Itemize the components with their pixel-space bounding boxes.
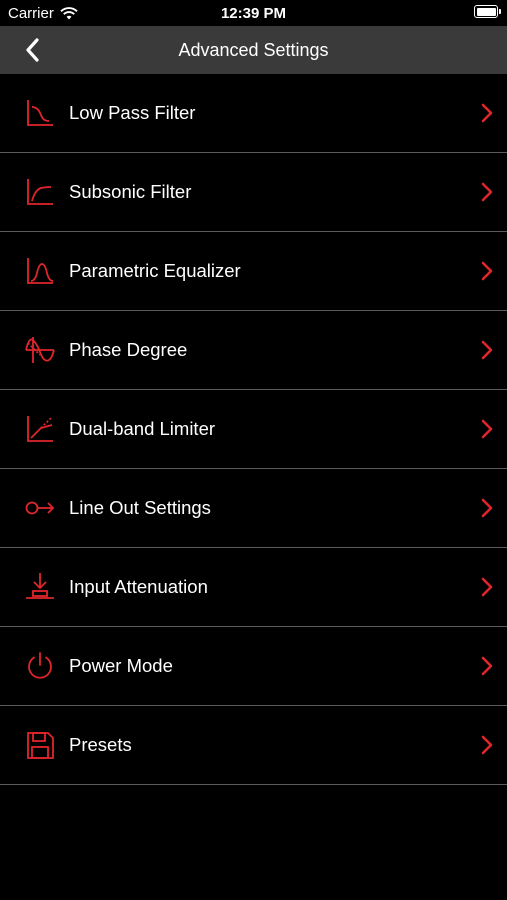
menu-item-label: Power Mode — [69, 655, 173, 676]
status-right — [474, 5, 501, 18]
menu-item-label: Low Pass Filter — [69, 102, 196, 123]
line-out-icon — [24, 492, 56, 524]
page-title: Advanced Settings — [178, 39, 329, 60]
parametric-equalizer-icon — [24, 255, 56, 287]
chevron-right-icon — [480, 497, 494, 519]
dual-band-limiter-icon — [24, 413, 56, 445]
input-attenuation-icon — [24, 571, 56, 603]
chevron-right-icon — [480, 655, 494, 677]
save-icon — [24, 729, 56, 761]
menu-item-dual-band-limiter[interactable]: Dual-band Limiter — [0, 390, 507, 469]
menu-item-input-attenuation[interactable]: Input Attenuation — [0, 548, 507, 627]
power-icon — [24, 650, 56, 682]
phase-degree-icon — [24, 334, 56, 366]
chevron-right-icon — [480, 418, 494, 440]
menu-item-label: Dual-band Limiter — [69, 418, 216, 439]
menu-item-label: Presets — [69, 734, 132, 755]
chevron-right-icon — [480, 576, 494, 598]
status-bar: Carrier 12:39 PM — [0, 0, 507, 26]
menu-item-subsonic-filter[interactable]: Subsonic Filter — [0, 153, 507, 232]
menu-item-label: Phase Degree — [69, 339, 188, 360]
status-time: 12:39 PM — [220, 5, 287, 22]
subsonic-filter-icon — [24, 176, 56, 208]
menu-item-low-pass-filter[interactable]: Low Pass Filter — [0, 74, 507, 153]
chevron-right-icon — [480, 339, 494, 361]
menu-item-label: Input Attenuation — [69, 576, 208, 597]
chevron-right-icon — [480, 260, 494, 282]
menu-item-label: Parametric Equalizer — [69, 260, 241, 281]
nav-bar: Advanced Settings — [0, 26, 507, 74]
menu-item-power-mode[interactable]: Power Mode — [0, 627, 507, 706]
menu-item-label: Line Out Settings — [69, 497, 211, 518]
menu-item-phase-degree[interactable]: Phase Degree — [0, 311, 507, 390]
back-button[interactable] — [22, 37, 46, 63]
menu-item-label: Subsonic Filter — [69, 181, 192, 202]
chevron-right-icon — [480, 181, 494, 203]
menu-item-presets[interactable]: Presets — [0, 706, 507, 785]
low-pass-filter-icon — [24, 97, 56, 129]
settings-list: Low Pass Filter Subsonic Filter Parametr… — [0, 74, 507, 785]
battery-icon — [474, 5, 501, 18]
menu-item-line-out-settings[interactable]: Line Out Settings — [0, 469, 507, 548]
chevron-right-icon — [480, 734, 494, 756]
menu-item-parametric-equalizer[interactable]: Parametric Equalizer — [0, 232, 507, 311]
chevron-right-icon — [480, 102, 494, 124]
chevron-left-icon — [26, 38, 39, 62]
